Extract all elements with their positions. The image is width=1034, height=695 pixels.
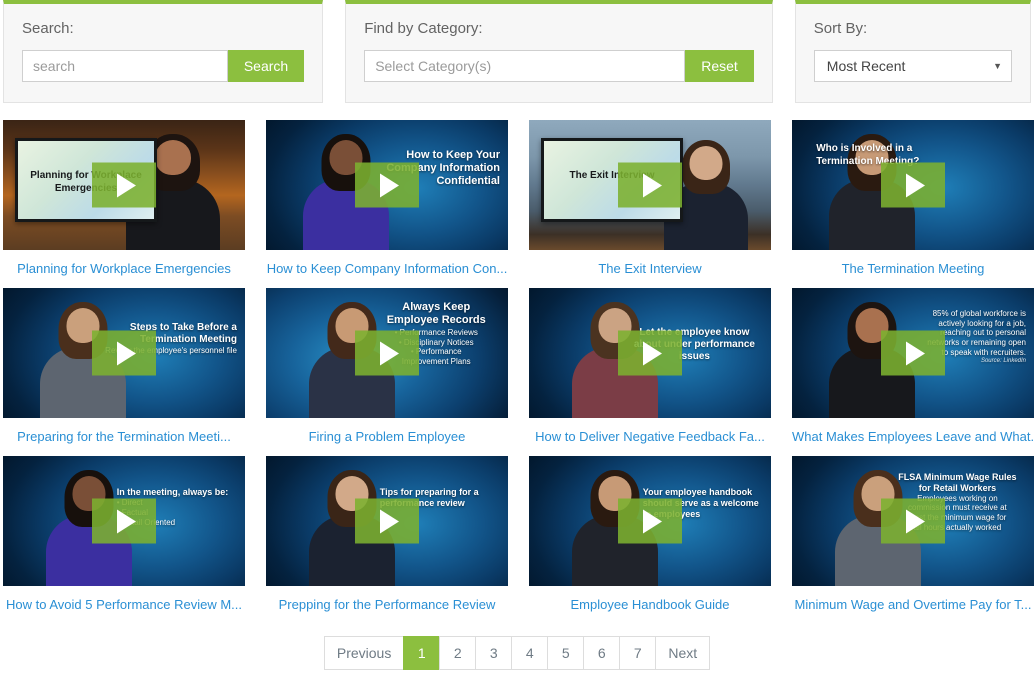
pagination-previous[interactable]: Previous — [323, 636, 404, 670]
video-title-link[interactable]: Firing a Problem Employee — [266, 429, 508, 445]
video-title-link[interactable]: What Makes Employees Leave and What... — [792, 429, 1034, 445]
video-title-link[interactable]: Minimum Wage and Overtime Pay for T... — [792, 597, 1034, 613]
video-title-link[interactable]: Prepping for the Performance Review — [266, 597, 508, 613]
video-title-link[interactable]: Preparing for the Termination Meeti... — [3, 429, 245, 445]
overlay-line: Always Keep — [402, 301, 471, 313]
play-icon[interactable] — [92, 498, 156, 544]
reset-button[interactable]: Reset — [685, 50, 754, 82]
overlay-line: Tips for preparing for a — [379, 487, 479, 498]
play-icon[interactable] — [881, 498, 945, 544]
overlay-line: actively looking for a job, — [938, 318, 1026, 328]
video-title-link[interactable]: How to Deliver Negative Feedback Fa... — [529, 429, 771, 445]
play-icon[interactable] — [92, 162, 156, 208]
video-title-link[interactable]: How to Keep Company Information Con... — [266, 261, 508, 277]
video-thumbnail[interactable]: In the meeting, always be:• Direct• Fact… — [3, 456, 245, 586]
video-card: In the meeting, always be:• Direct• Fact… — [3, 456, 245, 613]
category-select-input[interactable] — [364, 50, 686, 82]
video-thumbnail[interactable]: Planning for Workplace Emergencies — [3, 120, 245, 250]
search-panel: Search: Search — [3, 0, 324, 103]
overlay-line: How to Keep Your — [406, 148, 500, 161]
category-input-row: Reset — [364, 50, 754, 82]
overlay-line: 85% of global workforce is — [932, 308, 1026, 318]
video-grid: Planning for Workplace Emergencies Planni… — [0, 120, 1034, 613]
video-thumbnail[interactable]: Tips for preparing for a performance revi… — [266, 456, 508, 586]
pagination-next[interactable]: Next — [655, 636, 711, 670]
video-card: Who is Involved in a Termination Meeting?… — [792, 120, 1034, 277]
overlay-line: Employee Records — [386, 314, 486, 327]
video-card: Steps to Take Before a Termination Meetin… — [3, 288, 245, 445]
video-thumbnail[interactable]: How to Keep Your Company Information Confi… — [266, 120, 508, 250]
video-title-link[interactable]: The Exit Interview — [529, 261, 771, 277]
video-title-link[interactable]: How to Avoid 5 Performance Review M... — [3, 597, 245, 613]
overlay-line: Who is Involved in a — [816, 143, 913, 155]
search-button[interactable]: Search — [227, 50, 305, 82]
video-title-link[interactable]: The Termination Meeting — [792, 261, 1034, 277]
pagination-page-4[interactable]: 4 — [511, 636, 548, 670]
video-title-link[interactable]: Planning for Workplace Emergencies — [3, 261, 245, 277]
video-thumbnail[interactable]: Your employee handbook should serve as a … — [529, 456, 771, 586]
search-input-row: Search — [22, 50, 305, 82]
play-icon[interactable] — [881, 330, 945, 376]
pagination-page-3[interactable]: 3 — [475, 636, 512, 670]
pagination-page-5[interactable]: 5 — [547, 636, 584, 670]
video-thumbnail[interactable]: FLSA Minimum Wage Rules for Retail Worker… — [792, 456, 1034, 586]
video-thumbnail[interactable]: 85% of global workforce is actively looki… — [792, 288, 1034, 418]
overlay-line: Your employee handbook — [642, 487, 753, 498]
overlay-line: In the meeting, always be: — [116, 487, 229, 498]
sort-panel: Sort By: Most Recent ▼ — [794, 0, 1031, 103]
play-icon[interactable] — [618, 162, 682, 208]
sort-label: Sort By: — [813, 20, 868, 37]
video-thumbnail[interactable]: Who is Involved in a Termination Meeting? — [792, 120, 1034, 250]
pagination-inner: Previous 1 2 3 4 5 6 7 Next — [323, 636, 711, 670]
play-icon[interactable] — [618, 498, 682, 544]
pagination-page-2[interactable]: 2 — [439, 636, 476, 670]
category-label: Find by Category: — [364, 20, 483, 37]
pagination-page-6[interactable]: 6 — [583, 636, 620, 670]
overlay-line: FLSA Minimum Wage Rules — [898, 471, 1017, 482]
video-card: The Exit Interview The Exit Interview — [529, 120, 771, 277]
video-card: Let the employee know about under perform… — [529, 288, 771, 445]
video-card: Tips for preparing for a performance revi… — [266, 456, 508, 613]
search-label: Search: — [22, 20, 74, 37]
sort-select[interactable]: Most Recent — [813, 50, 1012, 82]
video-library-page: Search: Search Find by Category: Reset S… — [0, 0, 1034, 695]
play-icon[interactable] — [881, 162, 945, 208]
search-input[interactable] — [22, 50, 228, 82]
video-card: Your employee handbook should serve as a … — [529, 456, 771, 613]
sort-select-wrap: Most Recent ▼ — [813, 50, 1012, 82]
video-thumbnail[interactable]: Let the employee know about under perform… — [529, 288, 771, 418]
overlay-line: for Retail Workers — [918, 482, 997, 493]
video-thumbnail[interactable]: Always Keep Employee Records • Performance… — [266, 288, 508, 418]
play-icon[interactable] — [355, 162, 419, 208]
video-thumbnail[interactable]: Steps to Take Before a Termination Meetin… — [3, 288, 245, 418]
category-panel: Find by Category: Reset — [345, 0, 773, 103]
play-icon[interactable] — [355, 330, 419, 376]
play-icon[interactable] — [618, 330, 682, 376]
filter-bar: Search: Search Find by Category: Reset S… — [0, 0, 1034, 103]
video-card: Always Keep Employee Records • Performance… — [266, 288, 508, 445]
video-card: 85% of global workforce is actively looki… — [792, 288, 1034, 445]
sort-selected-value: Most Recent — [826, 58, 906, 74]
video-card: FLSA Minimum Wage Rules for Retail Worker… — [792, 456, 1034, 613]
video-card: How to Keep Your Company Information Confi… — [266, 120, 508, 277]
pagination: Previous 1 2 3 4 5 6 7 Next — [0, 636, 1034, 670]
pagination-page-7[interactable]: 7 — [619, 636, 656, 670]
video-thumbnail[interactable]: The Exit Interview — [529, 120, 771, 250]
video-title-link[interactable]: Employee Handbook Guide — [529, 597, 771, 613]
pagination-page-1[interactable]: 1 — [403, 636, 440, 670]
play-icon[interactable] — [92, 330, 156, 376]
video-card: Planning for Workplace Emergencies Planni… — [3, 120, 245, 277]
play-icon[interactable] — [355, 498, 419, 544]
